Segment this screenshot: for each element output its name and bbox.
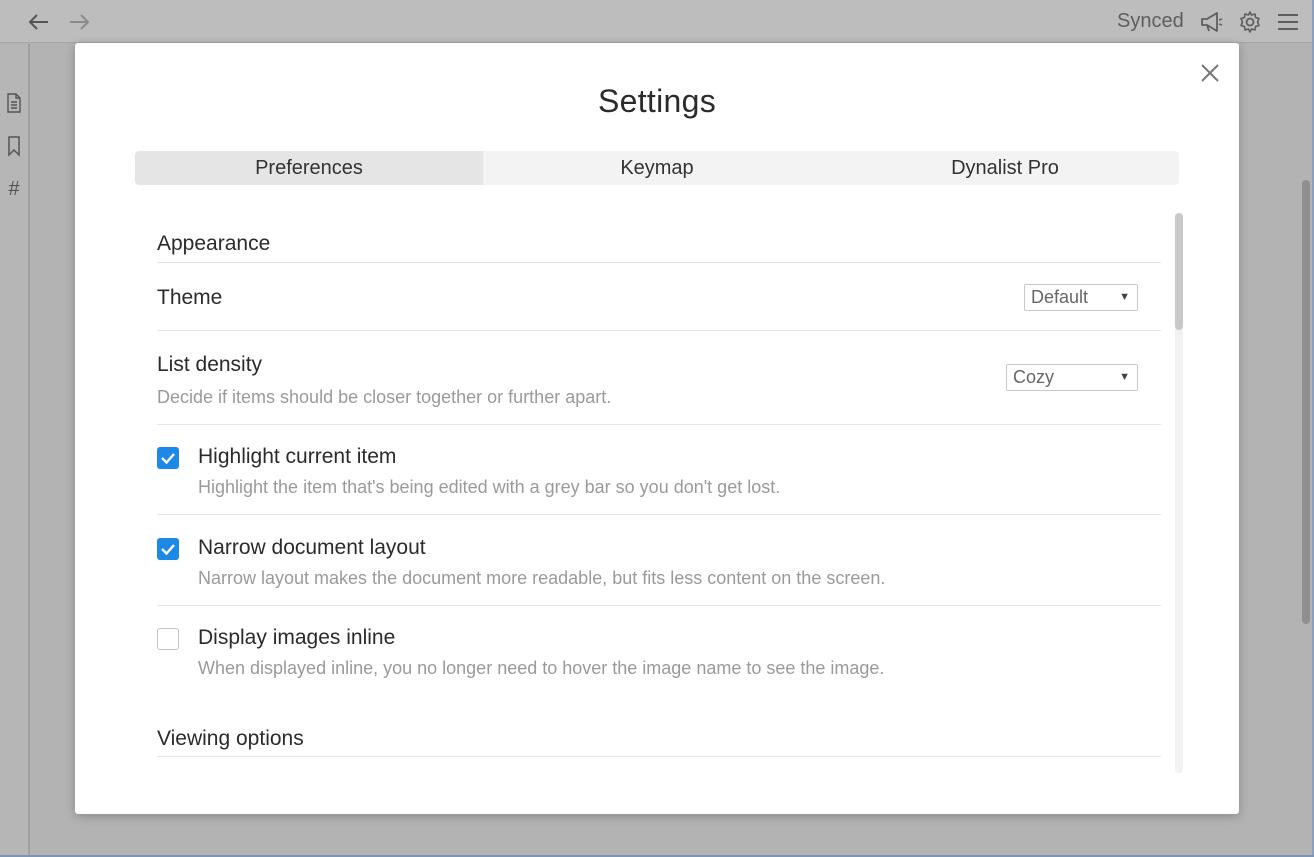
divider <box>157 262 1161 263</box>
display-images-inline-description: When displayed inline, you no longer nee… <box>198 658 885 678</box>
document-icon[interactable] <box>4 92 24 114</box>
hashtag-icon[interactable]: # <box>4 178 24 200</box>
narrow-layout-description: Narrow layout makes the document more re… <box>198 568 886 588</box>
back-arrow-icon[interactable] <box>26 9 52 35</box>
theme-select[interactable]: Default ▼ <box>1024 284 1138 311</box>
settings-scrollbar-thumb[interactable] <box>1175 213 1183 330</box>
tab-dynalist-pro[interactable]: Dynalist Pro <box>831 151 1179 185</box>
forward-arrow-icon[interactable] <box>66 9 92 35</box>
chevron-down-icon: ▼ <box>1119 371 1130 383</box>
divider <box>157 330 1161 331</box>
display-images-inline-label: Display images inline <box>198 626 396 649</box>
sync-status: Synced <box>1117 10 1184 32</box>
highlight-current-item-label: Highlight current item <box>198 445 397 468</box>
divider <box>157 424 1161 425</box>
chevron-down-icon: ▼ <box>1119 291 1130 303</box>
highlight-current-item-description: Highlight the item that's being edited w… <box>198 477 781 497</box>
display-images-inline-checkbox[interactable] <box>157 628 179 650</box>
app-scrollbar[interactable] <box>1302 180 1310 624</box>
settings-dialog: Settings Preferences Keymap Dynalist Pro… <box>75 43 1239 814</box>
app-sidebar: # <box>0 44 30 857</box>
divider <box>157 514 1161 515</box>
settings-tabs: Preferences Keymap Dynalist Pro <box>135 151 1179 185</box>
dialog-title: Settings <box>597 83 717 119</box>
narrow-layout-checkbox[interactable] <box>157 538 179 560</box>
hamburger-menu-icon[interactable] <box>1276 10 1300 34</box>
tab-preferences[interactable]: Preferences <box>135 151 483 185</box>
bookmark-icon[interactable] <box>4 135 24 157</box>
narrow-layout-label: Narrow document layout <box>198 536 426 559</box>
divider <box>157 605 1161 606</box>
gear-icon[interactable] <box>1238 10 1262 34</box>
list-density-label: List density <box>157 353 263 376</box>
theme-label: Theme <box>157 286 223 309</box>
list-density-select-value: Cozy <box>1013 367 1055 387</box>
list-density-select[interactable]: Cozy ▼ <box>1006 364 1138 391</box>
highlight-current-item-checkbox[interactable] <box>157 447 179 469</box>
close-icon[interactable] <box>1198 61 1222 85</box>
app-toolbar: Synced <box>0 0 1314 43</box>
tab-keymap[interactable]: Keymap <box>483 151 831 185</box>
megaphone-icon[interactable] <box>1199 10 1223 34</box>
section-heading-appearance: Appearance <box>157 232 271 255</box>
theme-select-value: Default <box>1031 287 1089 307</box>
section-heading-viewing-options: Viewing options <box>157 727 304 750</box>
list-density-description: Decide if items should be closer togethe… <box>157 387 612 407</box>
divider <box>157 756 1161 757</box>
preferences-panel: Appearance Theme Default ▼ List density … <box>157 213 1161 773</box>
